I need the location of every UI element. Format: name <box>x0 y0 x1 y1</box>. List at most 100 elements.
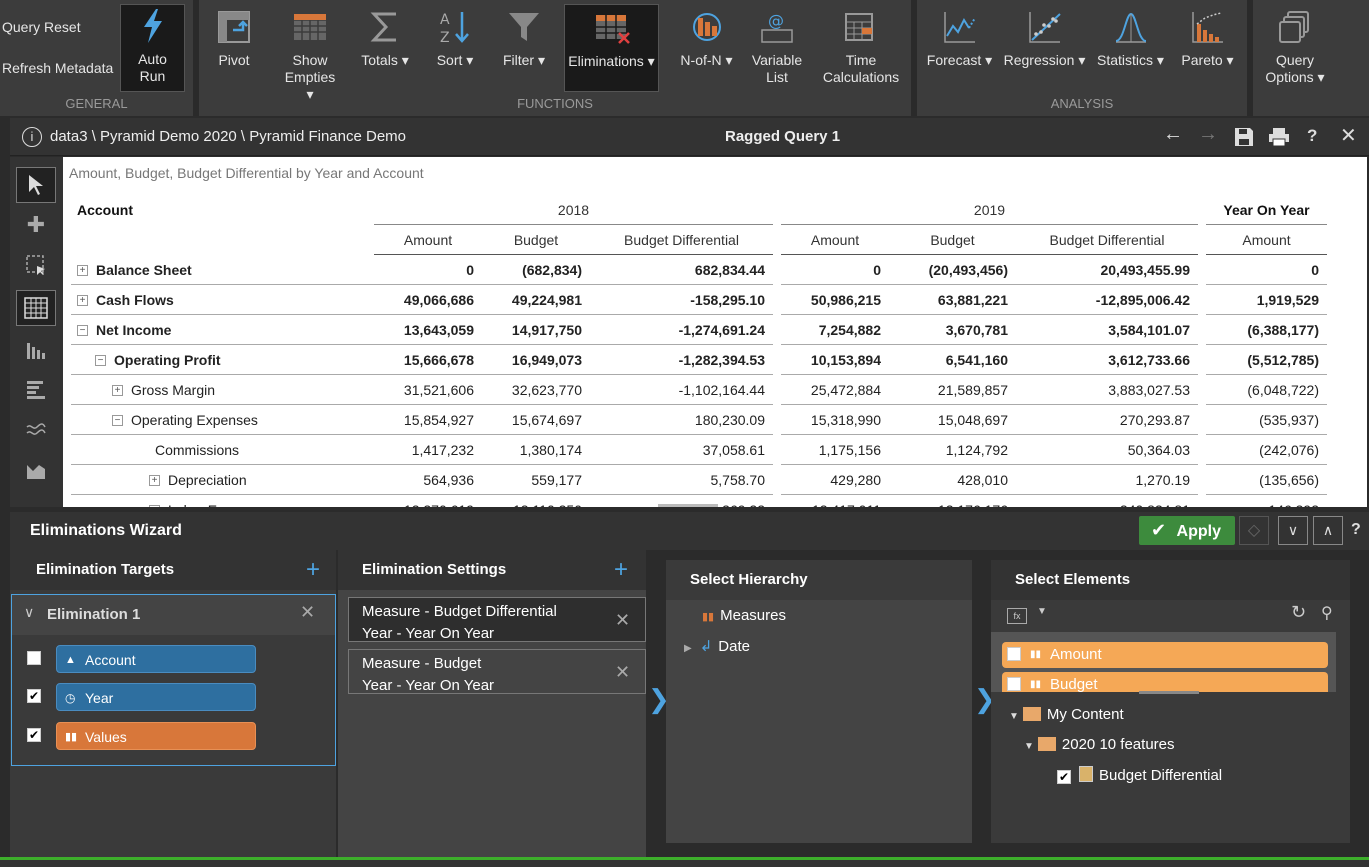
table-cell[interactable]: (135,656) <box>1206 465 1327 495</box>
remove-setting-icon[interactable]: ✕ <box>615 661 630 683</box>
element-item-amount[interactable]: ▮▮ Amount <box>1002 642 1328 668</box>
table-row[interactable]: + Gross Margin 31,521,606 32,623,770 -1,102,… <box>71 375 1327 405</box>
measure-header[interactable]: Amount <box>1206 225 1327 255</box>
pivot-button[interactable]: Pivot <box>204 2 264 94</box>
table-cell[interactable]: 16,949,073 <box>482 345 590 375</box>
collapse-icon[interactable]: − <box>95 355 106 367</box>
eliminations-button[interactable]: Eliminations ▾ <box>564 4 659 92</box>
table-cell[interactable]: 15,674,697 <box>482 405 590 435</box>
table-cell[interactable]: (6,388,177) <box>1206 315 1327 345</box>
table-cell[interactable]: 180,230.09 <box>590 405 773 435</box>
show-empties-button[interactable]: Show Empties ▾ <box>275 2 345 102</box>
expand-icon[interactable]: + <box>149 505 160 507</box>
table-cell[interactable]: 3,584,101.07 <box>1016 315 1198 345</box>
table-cell[interactable]: (242,076) <box>1206 435 1327 465</box>
table-cell[interactable]: 12,110,250 <box>482 495 590 508</box>
table-cell[interactable]: 25,472,884 <box>781 375 889 405</box>
add-tool[interactable]: ✚ <box>16 207 56 243</box>
table-cell[interactable]: -158,295.10 <box>590 285 773 315</box>
account-checkbox[interactable] <box>27 651 41 665</box>
account-header[interactable]: Account <box>71 195 374 225</box>
row-header[interactable]: + Labor Expenses <box>71 495 374 507</box>
year-chip[interactable]: ◷ Year <box>56 683 256 711</box>
chevron-up-icon[interactable]: ∧ <box>1313 516 1343 545</box>
line-chart-tool[interactable] <box>16 412 56 448</box>
table-cell[interactable]: 12,417,011 <box>781 495 889 508</box>
table-cell[interactable]: 32,623,770 <box>482 375 590 405</box>
refresh-icon[interactable]: ↻ <box>1291 602 1306 623</box>
table-cell[interactable]: 682,834.44 <box>590 255 773 285</box>
year-checkbox[interactable]: ✔ <box>27 689 41 703</box>
row-header[interactable]: − Net Income <box>71 315 374 345</box>
resize-handle[interactable] <box>1139 691 1199 694</box>
table-cell[interactable]: 0 <box>1206 255 1327 285</box>
table-cell[interactable]: 13,643,059 <box>374 315 482 345</box>
table-cell[interactable]: 14,917,750 <box>482 315 590 345</box>
table-cell[interactable]: 6,541,160 <box>889 345 1016 375</box>
save-icon[interactable] <box>1234 127 1254 147</box>
table-cell[interactable]: 240,834.81 <box>1016 495 1198 508</box>
chevron-down-icon[interactable]: ∨ <box>24 604 34 621</box>
hierarchy-item-date[interactable]: ▶ ↲ Date <box>684 637 750 655</box>
row-header[interactable]: + Depreciation <box>71 465 374 495</box>
table-cell[interactable]: 15,854,927 <box>374 405 482 435</box>
pointer-tool[interactable] <box>16 167 56 203</box>
table-cell[interactable]: 12,176,176 <box>889 495 1016 508</box>
measure-header[interactable]: Amount <box>374 225 482 255</box>
variable-list-button[interactable]: @ Variable List <box>747 2 807 94</box>
grid-view-tool[interactable] <box>16 290 56 326</box>
budget-checkbox[interactable] <box>1007 677 1021 691</box>
query-reset-button[interactable]: Query Reset <box>2 19 81 35</box>
n-of-n-button[interactable]: N-of-N ▾ <box>674 2 739 94</box>
area-chart-tool[interactable] <box>16 452 56 488</box>
values-checkbox[interactable]: ✔ <box>27 728 41 742</box>
table-cell[interactable]: 20,493,455.99 <box>1016 255 1198 285</box>
table-cell[interactable]: 0 <box>781 255 889 285</box>
table-cell[interactable]: 63,881,221 <box>889 285 1016 315</box>
year-header-2018[interactable]: 2018 <box>374 195 773 225</box>
formula-icon[interactable]: fx <box>1007 608 1027 624</box>
table-cell[interactable]: 49,224,981 <box>482 285 590 315</box>
row-header[interactable]: − Operating Expenses <box>71 405 374 435</box>
elimination-group-header[interactable]: ∨ Elimination 1 ✕ <box>12 595 335 635</box>
select-region-tool[interactable] <box>16 247 56 283</box>
totals-button[interactable]: Totals ▾ <box>355 2 415 94</box>
table-row[interactable]: + Balance Sheet 0 (682,834) 682,834.44 0 (20,4… <box>71 255 1327 285</box>
tree-item-my-content[interactable]: ▼ My Content <box>1009 706 1124 723</box>
table-cell[interactable]: 10,153,894 <box>781 345 889 375</box>
element-item-budget[interactable]: ▮▮ Budget <box>1002 672 1328 692</box>
statistics-button[interactable]: Statistics ▾ <box>1093 2 1168 94</box>
table-row[interactable]: + Depreciation 564,936 559,177 5,758.70 429,2… <box>71 465 1327 495</box>
pareto-button[interactable]: Pareto ▾ <box>1175 2 1240 94</box>
table-cell[interactable]: (6,048,722) <box>1206 375 1327 405</box>
expand-icon[interactable]: + <box>112 385 123 397</box>
table-row[interactable]: − Operating Expenses 15,854,927 15,674,697 1… <box>71 405 1327 435</box>
expand-icon[interactable]: + <box>77 265 88 277</box>
measure-header[interactable]: Budget <box>889 225 1016 255</box>
table-cell[interactable]: 270,293.87 <box>1016 405 1198 435</box>
tree-item-folder[interactable]: ▼ 2020 10 features <box>1024 736 1175 753</box>
filter-button[interactable]: Filter ▾ <box>494 2 554 94</box>
regression-button[interactable]: Regression ▾ <box>1002 2 1087 94</box>
table-cell[interactable]: 3,612,733.66 <box>1016 345 1198 375</box>
budget-differential-checkbox[interactable]: ✔ <box>1057 770 1071 784</box>
setting-item-2[interactable]: Measure - Budget Year - Year On Year ✕ <box>348 649 646 694</box>
table-cell[interactable]: (5,512,785) <box>1206 345 1327 375</box>
query-options-button[interactable]: Query Options ▾ <box>1255 2 1335 94</box>
chevron-down-icon[interactable]: ∨ <box>1278 516 1308 545</box>
table-cell[interactable]: 1,124,792 <box>889 435 1016 465</box>
add-setting-icon[interactable]: + <box>614 556 628 584</box>
close-icon[interactable]: ✕ <box>1340 123 1357 148</box>
sort-button[interactable]: AZ Sort ▾ <box>425 2 485 94</box>
table-cell[interactable]: -1,282,394.53 <box>590 345 773 375</box>
bar-chart-tool[interactable] <box>16 372 56 408</box>
row-header[interactable]: + Balance Sheet <box>71 255 374 285</box>
amount-checkbox[interactable] <box>1007 647 1021 661</box>
measure-header[interactable]: Budget <box>482 225 590 255</box>
row-header[interactable]: + Cash Flows <box>71 285 374 315</box>
search-icon[interactable]: ⚲ <box>1321 603 1333 623</box>
table-cell[interactable]: (682,834) <box>482 255 590 285</box>
help-icon[interactable]: ? <box>1307 126 1317 146</box>
print-icon[interactable] <box>1268 127 1290 147</box>
table-cell[interactable]: 1,380,174 <box>482 435 590 465</box>
